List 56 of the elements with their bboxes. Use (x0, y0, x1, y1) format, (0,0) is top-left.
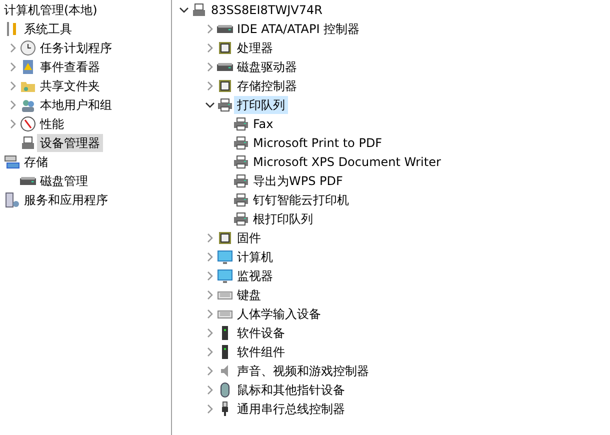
tree-item[interactable]: 人体学输入设备 (234, 304, 324, 322)
tree-item[interactable]: 固件 (234, 228, 264, 246)
tree-item[interactable]: Microsoft XPS Document Writer (250, 152, 444, 170)
chip-icon (217, 230, 233, 246)
tree-item[interactable]: 钉钉智能云打印机 (250, 190, 352, 208)
printer-icon (233, 172, 249, 188)
chevron-icon[interactable] (179, 4, 189, 14)
computer-icon (20, 134, 36, 150)
storage-icon (4, 154, 20, 170)
drive-icon (217, 24, 233, 32)
drive-icon (217, 62, 233, 70)
tree-item[interactable]: 设备管理器 (37, 134, 103, 152)
tree-item[interactable]: 存储 (21, 152, 51, 170)
computer-icon (191, 2, 207, 18)
tree-item[interactable]: 鼠标和其他指针设备 (234, 380, 348, 398)
tree-item[interactable]: Microsoft Print to PDF (250, 134, 386, 152)
tree-item[interactable]: 通用串行总线控制器 (234, 400, 348, 418)
tree-item[interactable]: 事件查看器 (37, 58, 103, 76)
tree-item[interactable]: 存储控制器 (234, 76, 300, 94)
tree-item[interactable]: 计算机管理(本地) (1, 0, 100, 18)
tree-item[interactable]: 本地用户和组 (37, 96, 115, 114)
tree-item[interactable]: Fax (250, 114, 276, 132)
printer-icon (233, 210, 249, 226)
drive-icon (20, 176, 36, 184)
tree-item[interactable]: 磁盘驱动器 (234, 58, 300, 76)
tree-item[interactable]: 键盘 (234, 286, 264, 304)
tree-item[interactable]: 处理器 (234, 38, 276, 56)
tree-item[interactable]: 服务和应用程序 (21, 190, 111, 208)
log-book-icon (20, 58, 36, 74)
chip-icon (217, 78, 233, 94)
printer-icon (233, 134, 249, 150)
tree-item[interactable]: 磁盘管理 (37, 172, 91, 190)
tree-item[interactable]: 共享文件夹 (37, 76, 103, 94)
printer-icon (233, 154, 249, 170)
chevron-icon[interactable] (205, 100, 215, 110)
printer-icon (233, 192, 249, 208)
gauge-icon (20, 116, 36, 132)
printer-icon (217, 96, 233, 112)
tree-item[interactable]: 性能 (37, 114, 67, 132)
printer-icon (233, 116, 249, 132)
tree-item[interactable]: 任务计划程序 (37, 38, 115, 56)
tree-item[interactable]: 监视器 (234, 266, 276, 284)
tree-item[interactable]: 根打印队列 (250, 210, 316, 228)
clock-icon (20, 40, 36, 56)
tree-item[interactable]: 声音、视频和游戏控制器 (234, 362, 372, 380)
tree-item[interactable]: 83SS8EI8TWJV74R (208, 0, 326, 18)
tree-item[interactable]: 打印队列 (234, 96, 288, 114)
tree-item[interactable]: 系统工具 (21, 20, 75, 38)
tree-item[interactable]: 软件组件 (234, 342, 288, 360)
tree-item[interactable]: 软件设备 (234, 324, 288, 342)
tree-item[interactable]: 导出为WPS PDF (250, 172, 346, 190)
chip-icon (217, 40, 233, 56)
monitor-icon (217, 268, 233, 284)
tree-item[interactable]: IDE ATA/ATAPI 控制器 (234, 20, 363, 38)
tree-item[interactable]: 计算机 (234, 248, 276, 266)
monitor-icon (217, 248, 233, 264)
